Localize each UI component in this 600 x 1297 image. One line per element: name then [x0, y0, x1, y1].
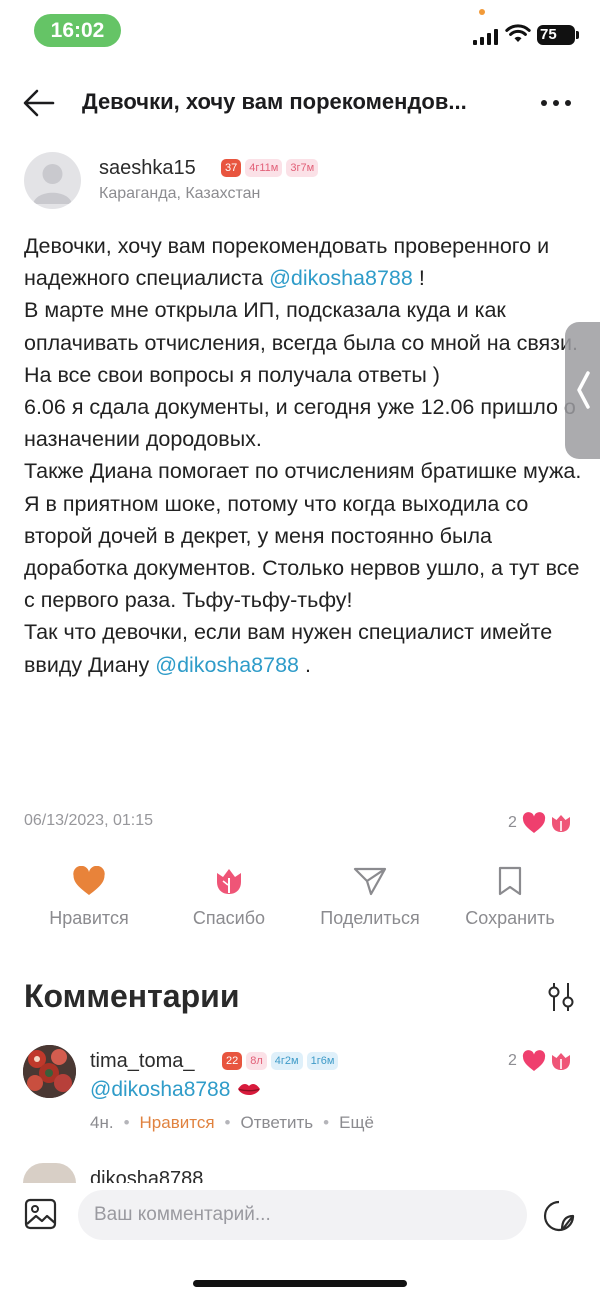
- like-label: Нравится: [49, 908, 129, 928]
- privacy-indicator-icon: [479, 9, 485, 15]
- separator: •: [323, 1113, 330, 1132]
- share-button[interactable]: Поделиться: [300, 866, 440, 929]
- post-paragraph: Также Диана помогает по отчислениям брат…: [24, 459, 582, 484]
- flower-icon: [551, 1053, 570, 1070]
- flower-icon: [551, 815, 570, 832]
- post-reactions[interactable]: 2: [508, 812, 573, 834]
- comment-time: 4н.: [90, 1113, 114, 1132]
- avatar-image: [23, 1045, 76, 1098]
- like-button[interactable]: Нравится: [19, 866, 159, 929]
- back-arrow-icon[interactable]: [22, 88, 56, 118]
- reaction-count: 2: [508, 1052, 517, 1069]
- child-age-badge: 4г2м: [270, 1052, 303, 1070]
- status-time: 16:02: [34, 14, 121, 47]
- separator: •: [123, 1113, 130, 1132]
- post-paragraph: В марте мне открыла ИП, подсказала куда …: [24, 298, 579, 387]
- save-label: Сохранить: [465, 908, 555, 928]
- sticker-icon[interactable]: [542, 1199, 576, 1233]
- home-indicator[interactable]: [193, 1280, 407, 1287]
- mention-link[interactable]: @dikosha8788: [269, 266, 413, 290]
- kiss-emoji-icon: [238, 1084, 261, 1096]
- heart-icon: [73, 866, 105, 895]
- filter-icon[interactable]: [544, 982, 578, 1012]
- child-age-badge: 1г6м: [306, 1052, 339, 1070]
- share-icon: [353, 867, 387, 896]
- bookmark-icon: [498, 866, 522, 896]
- default-avatar-icon: [33, 164, 72, 204]
- thanks-label: Спасибо: [192, 908, 266, 928]
- post-paragraph: 6.06 я сдала документы, и сегодня уже 12…: [24, 395, 576, 452]
- post-body: Девочки, хочу вам порекомендовать провер…: [24, 230, 584, 681]
- save-button[interactable]: Сохранить: [440, 866, 580, 929]
- author-badges: 37 4г11м 3г7м: [221, 159, 319, 177]
- comment-reactions[interactable]: 2: [508, 1050, 573, 1072]
- separator: •: [224, 1113, 231, 1132]
- gallery-icon[interactable]: [24, 1197, 58, 1231]
- more-options-icon[interactable]: [538, 91, 574, 115]
- comment-input-bar: [0, 1183, 600, 1253]
- commenter-badges: 22 8л 4г2м 1г6м: [222, 1052, 339, 1070]
- child-age-badge: 3г7м: [286, 159, 319, 177]
- post-paragraph: Так что девочки, если вам нужен специали…: [24, 620, 553, 677]
- commenter-username[interactable]: tima_toma_: [90, 1050, 195, 1073]
- reaction-count: 2: [508, 814, 517, 831]
- comment-reply-button[interactable]: Ответить: [241, 1113, 314, 1133]
- post-paragraph: Я в приятном шоке, потому что когда выхо…: [24, 491, 580, 613]
- commenter-avatar[interactable]: [23, 1045, 76, 1098]
- comment-like-button[interactable]: Нравится: [140, 1113, 215, 1133]
- post-header: Девочки, хочу вам порекомендов...: [0, 78, 600, 128]
- chevron-left-icon: [577, 371, 590, 409]
- heart-icon: [522, 812, 546, 833]
- author-username[interactable]: saeshka15: [99, 157, 196, 180]
- side-panel-handle[interactable]: [565, 322, 600, 459]
- flower-icon: [217, 869, 241, 894]
- status-bar: 16:02 75: [0, 0, 600, 64]
- author-location: Караганда, Казахстан: [99, 185, 261, 202]
- comment-text: @dikosha8788: [90, 1078, 262, 1102]
- comments-heading: Комментарии: [24, 978, 240, 1014]
- wifi-icon: [505, 24, 531, 42]
- level-badge: 22: [222, 1052, 243, 1070]
- comment-input[interactable]: [78, 1190, 527, 1240]
- post-date: 06/13/2023, 01:15: [24, 812, 154, 829]
- child-age-badge: 8л: [246, 1052, 267, 1070]
- level-badge: 37: [221, 159, 242, 177]
- share-label: Поделиться: [320, 908, 420, 928]
- comment-more-button[interactable]: Ещё: [339, 1113, 374, 1133]
- commenter-avatar[interactable]: [23, 1163, 76, 1183]
- commenter-username[interactable]: dikosha8788: [90, 1168, 203, 1183]
- heart-icon: [522, 1050, 546, 1071]
- post-actions: Нравится Спасибо Поделиться Сохранить: [0, 866, 600, 946]
- page-title: Девочки, хочу вам порекомендов...: [82, 89, 467, 114]
- thanks-button[interactable]: Спасибо: [159, 866, 299, 929]
- child-age-badge: 4г11м: [245, 159, 283, 177]
- cellular-signal-icon: [473, 29, 498, 45]
- mention-link[interactable]: @dikosha8788: [155, 653, 299, 677]
- author-avatar[interactable]: [24, 152, 81, 209]
- battery-indicator: 75: [537, 25, 579, 45]
- comment-meta: 4н. • Нравится • Ответить • Ещё: [90, 1113, 374, 1133]
- mention-link[interactable]: @dikosha8788: [90, 1078, 230, 1101]
- post-paragraph: Девочки, хочу вам порекомендовать провер…: [24, 234, 550, 291]
